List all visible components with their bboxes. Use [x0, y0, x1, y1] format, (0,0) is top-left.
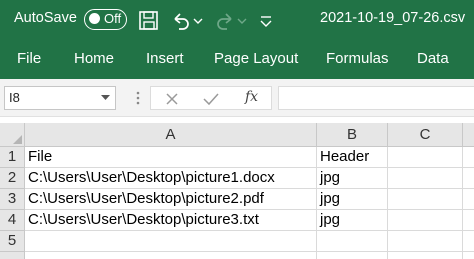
undo-icon[interactable]: [170, 10, 192, 32]
cell-c4[interactable]: [388, 210, 463, 231]
toggle-knob: [89, 13, 100, 25]
insert-function-button[interactable]: fx: [245, 89, 258, 105]
cell-a1[interactable]: File: [25, 147, 317, 168]
customize-toolbar-icon[interactable]: [258, 10, 274, 32]
cancel-icon[interactable]: [165, 92, 179, 106]
row-header[interactable]: 5: [0, 231, 25, 252]
cell-a4[interactable]: C:\Users\User\Desktop\picture3.txt: [25, 210, 317, 231]
cell-c6[interactable]: [388, 252, 463, 259]
title-bar: AutoSave Off 2021-10-19_07-26.csv: [0, 0, 474, 40]
cell-d5[interactable]: [463, 231, 474, 252]
save-icon[interactable]: [138, 10, 160, 32]
chevron-down-icon[interactable]: [101, 95, 110, 101]
ribbon-tabs: File Home Insert Page Layout Formulas Da…: [0, 40, 474, 79]
cell-b5[interactable]: [317, 231, 388, 252]
tab-home[interactable]: Home: [74, 50, 114, 67]
row-header[interactable]: 4: [0, 210, 25, 231]
select-all-triangle-icon: [13, 135, 22, 144]
tab-insert[interactable]: Insert: [146, 50, 184, 67]
formula-input[interactable]: [278, 86, 474, 110]
select-all-button[interactable]: [0, 123, 25, 147]
tab-file[interactable]: File: [17, 50, 41, 67]
tab-formulas[interactable]: Formulas: [326, 50, 389, 67]
column-header-b[interactable]: B: [317, 123, 388, 147]
redo-icon[interactable]: [214, 10, 236, 32]
worksheet-grid: A B C 1 File Header 2 C:\Users\User\Desk…: [0, 123, 474, 259]
cell-b3[interactable]: jpg: [317, 189, 388, 210]
formula-buttons: fx: [150, 86, 272, 110]
cell-a2[interactable]: C:\Users\User\Desktop\picture1.docx: [25, 168, 317, 189]
undo-dropdown-chevron-icon[interactable]: [193, 10, 203, 32]
tab-data[interactable]: Data: [417, 50, 449, 67]
checkmark-icon[interactable]: [203, 92, 219, 106]
autosave-toggle[interactable]: Off: [84, 9, 127, 30]
column-header-c[interactable]: C: [388, 123, 463, 147]
cell-b6[interactable]: [317, 252, 388, 259]
cell-a5[interactable]: [25, 231, 317, 252]
autosave-label: AutoSave: [14, 10, 77, 26]
autosave-state: Off: [104, 11, 122, 26]
redo-dropdown-chevron-icon[interactable]: [237, 10, 247, 32]
cell-c5[interactable]: [388, 231, 463, 252]
cell-d3[interactable]: [463, 189, 474, 210]
row-header[interactable]: 1: [0, 147, 25, 168]
formula-bar: I8 fx: [0, 79, 474, 117]
cell-d2[interactable]: [463, 168, 474, 189]
cell-d4[interactable]: [463, 210, 474, 231]
cell-a3[interactable]: C:\Users\User\Desktop\picture2.pdf: [25, 189, 317, 210]
tab-page-layout[interactable]: Page Layout: [214, 50, 298, 67]
cell-d1[interactable]: [463, 147, 474, 168]
cell-b2[interactable]: jpg: [317, 168, 388, 189]
column-header-a[interactable]: A: [25, 123, 317, 147]
row-header[interactable]: [0, 252, 25, 259]
cell-b1[interactable]: Header: [317, 147, 388, 168]
more-options-icon: [136, 91, 140, 105]
name-box-value: I8: [9, 90, 20, 105]
document-title: 2021-10-19_07-26.csv: [320, 10, 466, 26]
cell-b4[interactable]: jpg: [317, 210, 388, 231]
row-header[interactable]: 3: [0, 189, 25, 210]
cell-a6[interactable]: [25, 252, 317, 259]
cell-c2[interactable]: [388, 168, 463, 189]
column-header-d[interactable]: [463, 123, 474, 147]
name-box[interactable]: I8: [4, 86, 116, 110]
cell-c3[interactable]: [388, 189, 463, 210]
cell-c1[interactable]: [388, 147, 463, 168]
row-header[interactable]: 2: [0, 168, 25, 189]
